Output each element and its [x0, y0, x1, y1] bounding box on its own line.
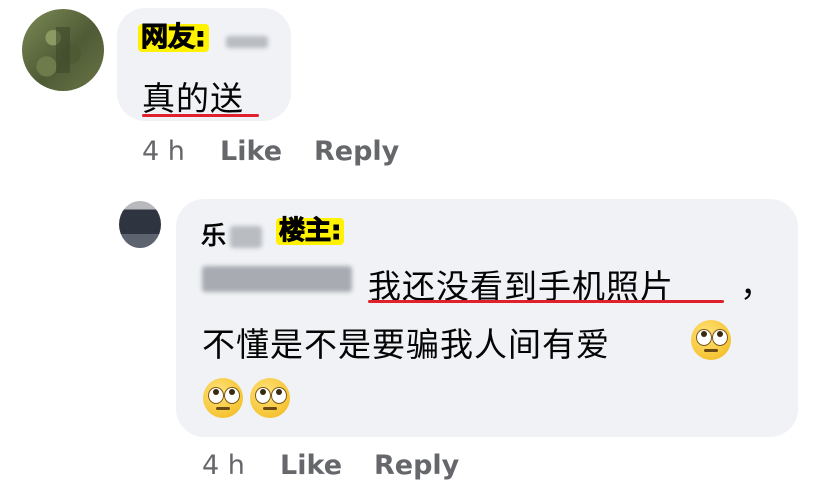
reply-text-line2: 不懂是不是要骗我人间有爱 [202, 325, 610, 364]
commenter-tag: 网友: [138, 23, 209, 52]
eye-roll-emoji [203, 378, 243, 418]
blurred-commenter-name[interactable] [226, 36, 268, 48]
eye-roll-emoji [250, 378, 290, 418]
like-button[interactable]: Like [280, 450, 342, 481]
like-button[interactable]: Like [220, 136, 282, 167]
comment-text: 真的送 [142, 79, 244, 118]
replier-avatar[interactable] [119, 201, 161, 248]
reply-button[interactable]: Reply [374, 450, 459, 481]
highlight-underline [142, 114, 259, 117]
reply-button[interactable]: Reply [314, 136, 399, 167]
blurred-mention[interactable] [202, 266, 352, 292]
eye-roll-emoji [691, 320, 731, 360]
replier-name-visible[interactable]: 乐 [201, 216, 226, 252]
comment-timestamp[interactable]: 4 h [142, 136, 185, 167]
blurred-replier-name[interactable] [230, 226, 262, 248]
reply-text-comma: ， [740, 265, 774, 304]
reply-timestamp[interactable]: 4 h [202, 450, 245, 481]
commenter-avatar[interactable] [22, 9, 104, 91]
highlight-underline [368, 300, 724, 303]
author-tag: 楼主: [276, 217, 345, 245]
